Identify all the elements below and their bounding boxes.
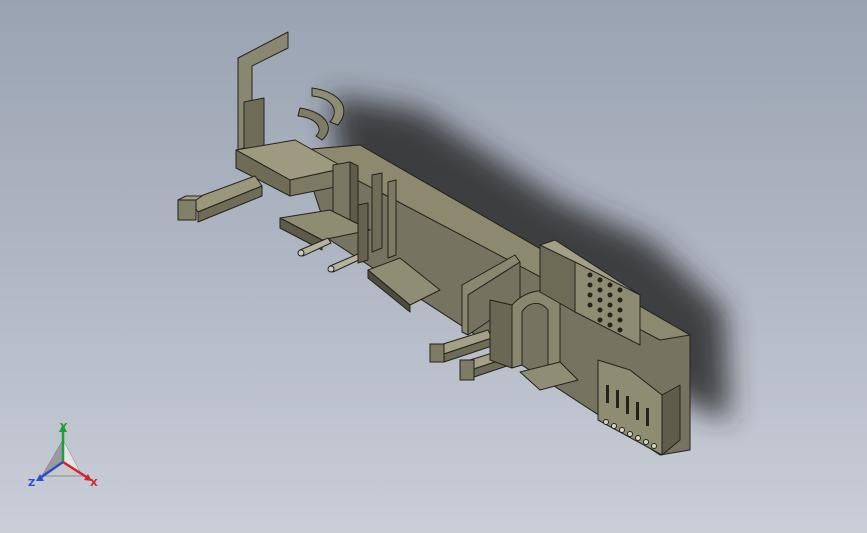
post-d bbox=[357, 202, 369, 264]
post-c bbox=[387, 179, 397, 259]
axis-z-label: Z bbox=[28, 478, 35, 489]
cad-model-canvas[interactable]: Y X Z bbox=[0, 0, 867, 533]
column-a-face bbox=[349, 161, 359, 227]
pin-right[interactable] bbox=[327, 253, 362, 273]
hook-mid bbox=[297, 107, 329, 141]
axis-x-label: X bbox=[90, 478, 98, 489]
arch-clamp-side bbox=[489, 299, 513, 369]
axis-y-label: Y bbox=[59, 422, 68, 433]
post-b bbox=[371, 172, 383, 253]
cylinder-left[interactable] bbox=[177, 175, 263, 223]
cad-viewport[interactable]: Y X Z bbox=[0, 0, 867, 533]
axis-triad[interactable]: Y X Z bbox=[28, 422, 98, 489]
